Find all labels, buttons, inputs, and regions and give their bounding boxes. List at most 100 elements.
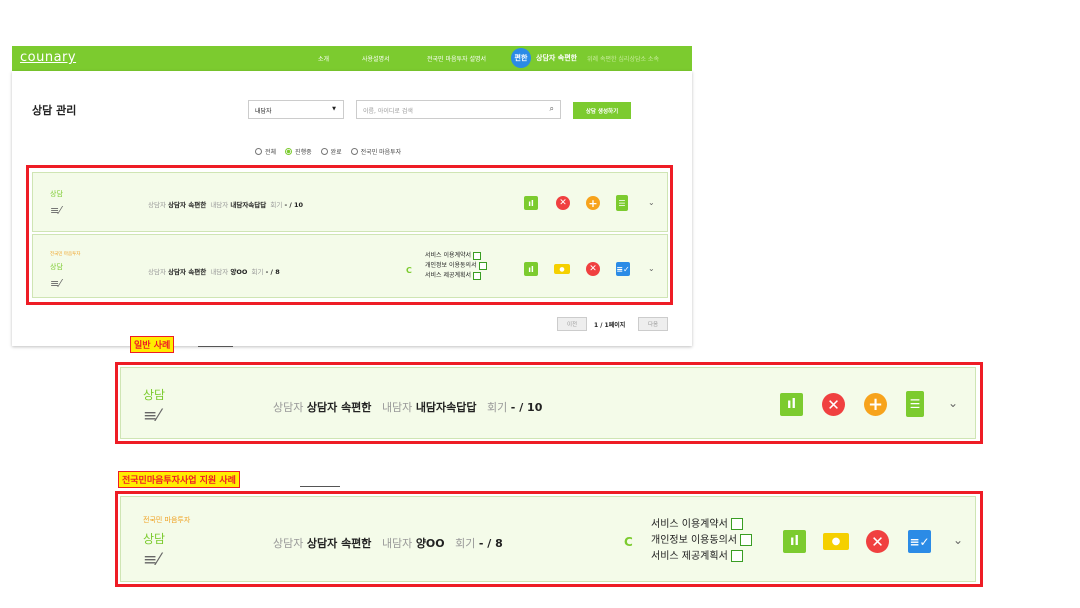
counselor-label: 상담자 (273, 537, 304, 550)
client-label: 내담자 (210, 268, 229, 276)
client-label: 내담자 (381, 537, 413, 550)
document-checklist: 서비스 이용계약서 개인정보 이용동의서 서비스 제공계획서 (651, 517, 753, 565)
counselor-label: 상담자 (148, 201, 166, 209)
doc-privacy-consent[interactable]: 개인정보 이용동의서 (651, 533, 753, 549)
chevron-down-icon[interactable]: ⌄ (953, 533, 963, 547)
checkbox[interactable] (730, 550, 743, 562)
doc-label: 개인정보 이용동의서 (651, 535, 737, 546)
radio-in-progress[interactable]: 진행중 (285, 147, 312, 156)
next-page-button[interactable]: 다음 (638, 317, 668, 331)
doc-service-contract[interactable]: 서비스 이용계약서 (651, 517, 752, 533)
row-type-label: 상담 (50, 190, 63, 198)
refresh-icon[interactable]: C (624, 535, 633, 549)
money-icon[interactable]: ● (554, 264, 570, 274)
checkbox[interactable] (478, 261, 487, 270)
doc-service-plan[interactable]: 서비스 제공계획서 (651, 549, 752, 565)
edit-note-icon[interactable]: ≡⁄ (143, 406, 160, 426)
callout-connector (198, 346, 233, 347)
radio-circle-icon (255, 148, 262, 155)
national-tag: 전국민 마음투자 (50, 252, 81, 257)
row-type-label: 상담 (143, 388, 166, 402)
counselor-name: 상담자 속편한 (168, 201, 207, 209)
doc-label: 서비스 이용계약서 (425, 252, 472, 259)
money-icon[interactable]: ● (823, 533, 849, 550)
plus-icon[interactable]: + (864, 393, 887, 416)
checkbox[interactable] (473, 251, 481, 260)
client-label: 내담자 (210, 201, 229, 209)
session-count: - / 8 (265, 268, 280, 276)
nav-item-manual[interactable]: 사용설명서 (362, 54, 390, 63)
clipboard-icon[interactable]: ☰ (906, 391, 924, 417)
status-filter-radios: 전체 진행중 완료 전국민 마음투자 (255, 147, 401, 156)
radio-national[interactable]: 전국민 마음투자 (350, 147, 401, 156)
close-icon[interactable]: ✕ (586, 262, 600, 276)
document-checklist: 서비스 이용계약서 개인정보 이용동의서 서비스 제공계획서 (425, 251, 487, 281)
radio-label: 진행중 (295, 149, 312, 156)
doc-label: 개인정보 이용동의서 (425, 262, 477, 269)
row-meta: 상담자 상담자 속편한 내담자 내담자속답답 회기 - / 10 (273, 399, 542, 415)
counseling-row-general-small[interactable]: 상담 ≡⁄ 상담자 상담자 속편한 내담자 내담자속답답 회기 - / 10 ı… (32, 172, 668, 232)
page-title: 상담 관리 (32, 104, 77, 117)
refresh-icon[interactable]: C (406, 266, 412, 275)
national-tag: 전국민 마음투자 (143, 516, 191, 524)
counselor-name: 상담자 속편한 (306, 537, 372, 550)
checklist-icon[interactable]: ≡✓ (616, 262, 630, 276)
radio-label: 전체 (265, 149, 277, 156)
counseling-row-general-large[interactable]: 상담 ≡⁄ 상담자 상담자 속편한 내담자 내담자속답답 회기 - / 10 ı… (120, 367, 976, 439)
top-navigation-bar: counary 소개 사용설명서 전국민 마음투자 설명서 편한 상담자 속편한… (12, 46, 692, 71)
doc-service-contract[interactable]: 서비스 이용계약서 (425, 251, 487, 261)
edit-note-icon[interactable]: ≡⁄ (50, 277, 61, 290)
row-meta: 상담자 상담자 속편한 내담자 내담자속답답 회기 - / 10 (148, 199, 303, 209)
stats-icon[interactable]: ıl (783, 530, 806, 553)
counseling-row-national-small[interactable]: 전국민 마음투자 상담 ≡⁄ 상담자 상담자 속편한 내담자 양OO 회기 - … (32, 234, 668, 298)
session-count: - / 8 (478, 537, 503, 550)
checklist-icon[interactable]: ≡✓ (908, 530, 931, 553)
session-label: 회기 (270, 201, 283, 209)
nav-item-intro[interactable]: 소개 (318, 54, 329, 63)
prev-page-button[interactable]: 이전 (557, 317, 587, 331)
radio-all[interactable]: 전체 (255, 147, 276, 156)
session-label: 회기 (251, 268, 264, 276)
client-name: 내담자속답답 (415, 401, 477, 414)
search-input[interactable]: 이름, 아이디로 검색 ⌕ (356, 100, 561, 119)
close-icon[interactable]: ✕ (556, 196, 570, 210)
doc-privacy-consent[interactable]: 개인정보 이용동의서 (425, 261, 487, 271)
checkbox[interactable] (473, 271, 481, 280)
close-icon[interactable]: ✕ (866, 530, 889, 553)
chevron-down-icon[interactable]: ⌄ (948, 396, 958, 410)
nav-item-national-guide[interactable]: 전국민 마음투자 설명서 (427, 54, 486, 63)
plus-icon[interactable]: + (586, 196, 600, 210)
stats-icon[interactable]: ıl (524, 262, 538, 276)
counseling-row-national-large[interactable]: 전국민 마음투자 상담 ≡⁄ 상담자 상담자 속편한 내담자 양OO 회기 - … (120, 496, 976, 582)
user-avatar-badge[interactable]: 편한 (511, 48, 531, 68)
session-label: 회기 (455, 537, 476, 550)
counselor-name: 상담자 속편한 (168, 268, 207, 276)
session-label: 회기 (487, 401, 508, 414)
filter-select[interactable]: 내담자 ▼ (248, 100, 344, 119)
session-count: - / 10 (284, 201, 304, 209)
edit-note-icon[interactable]: ≡⁄ (143, 550, 160, 570)
client-name: 양OO (415, 537, 445, 550)
chevron-down-icon[interactable]: ⌄ (648, 264, 655, 273)
clipboard-icon[interactable]: ☰ (616, 195, 628, 211)
radio-circle-icon (350, 148, 358, 155)
row-meta: 상담자 상담자 속편한 내담자 양OO 회기 - / 8 (273, 535, 503, 551)
create-counseling-button[interactable]: 상담 생성하기 (573, 102, 631, 119)
stats-icon[interactable]: ıl (780, 393, 803, 416)
search-placeholder: 이름, 아이디로 검색 (363, 108, 413, 115)
radio-label: 완료 (330, 149, 342, 156)
stats-icon[interactable]: ıl (524, 196, 538, 210)
edit-note-icon[interactable]: ≡⁄ (50, 204, 61, 217)
row-type-label: 상담 (50, 263, 63, 271)
search-icon[interactable]: ⌕ (550, 104, 554, 114)
checkbox[interactable] (730, 518, 743, 530)
client-name: 내담자속답답 (230, 201, 267, 209)
checkbox[interactable] (740, 534, 753, 546)
doc-service-plan[interactable]: 서비스 제공계획서 (425, 271, 487, 281)
radio-completed[interactable]: 완료 (320, 147, 342, 156)
app-logo[interactable]: counary (20, 50, 76, 65)
radio-circle-icon (320, 148, 328, 155)
close-icon[interactable]: ✕ (822, 393, 845, 416)
chevron-down-icon[interactable]: ⌄ (648, 198, 655, 207)
user-name[interactable]: 상담자 속편한 (536, 53, 577, 63)
